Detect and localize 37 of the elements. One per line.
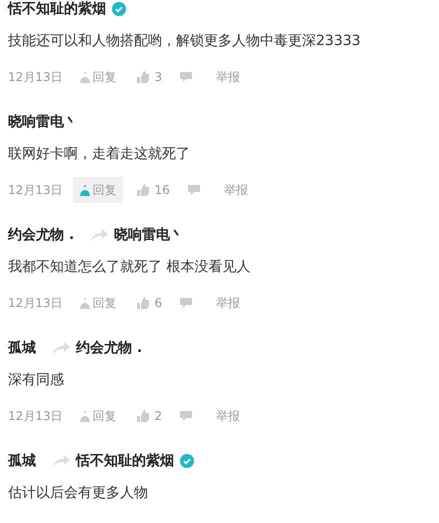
person-icon — [78, 71, 91, 83]
comment-date: 12月13日 — [8, 294, 63, 312]
comment-date: 12月13日 — [8, 68, 63, 86]
reply-arrow-icon — [52, 455, 70, 467]
like-count: 16 — [154, 183, 170, 197]
comment-bubble-icon[interactable] — [180, 411, 192, 421]
comment-bubble-icon[interactable] — [180, 298, 192, 308]
thumbs-up-icon[interactable] — [136, 71, 149, 83]
username[interactable]: 孤城 — [8, 452, 36, 470]
thumbs-up-icon[interactable] — [136, 297, 149, 309]
reply-arrow-icon — [90, 229, 108, 241]
comment-text: 联网好卡啊，走着走这就死了 — [8, 145, 191, 163]
thumbs-up-icon[interactable] — [136, 410, 149, 422]
like-count: 2 — [154, 409, 162, 423]
verified-icon — [180, 454, 194, 468]
thumbs-up-icon[interactable] — [136, 184, 149, 196]
username[interactable]: 孤城 — [8, 339, 36, 357]
comment-text: 我都不知道怎么了就死了 根本没看见人 — [8, 258, 252, 276]
comment-bubble-icon[interactable] — [180, 72, 192, 82]
comment-date: 12月13日 — [8, 408, 63, 424]
like-count: 3 — [154, 70, 162, 84]
username[interactable]: 恬不知耻的紫烟 — [8, 0, 106, 18]
username[interactable]: 晓响雷电丶 — [8, 113, 78, 131]
comment-date: 12月13日 — [8, 182, 63, 198]
person-icon — [78, 184, 91, 196]
username[interactable]: 约会尤物 . — [76, 339, 142, 357]
username[interactable]: 恬不知耻的紫烟 — [76, 452, 174, 470]
comment-text: 深有同感 — [8, 371, 65, 389]
reply-arrow-icon — [52, 342, 70, 354]
comment-text: 技能还可以和人物搭配哟，解锁更多人物中毒更深23333 — [8, 32, 362, 50]
username[interactable]: 约会尤物 . — [8, 226, 74, 244]
username[interactable]: 晓响雷电丶 — [114, 226, 184, 244]
comment-text: 估计以后会有更多人物 — [8, 484, 149, 502]
person-icon — [78, 410, 91, 422]
person-icon — [78, 297, 91, 309]
like-count: 6 — [154, 296, 162, 310]
comment-bubble-icon[interactable] — [188, 185, 200, 195]
